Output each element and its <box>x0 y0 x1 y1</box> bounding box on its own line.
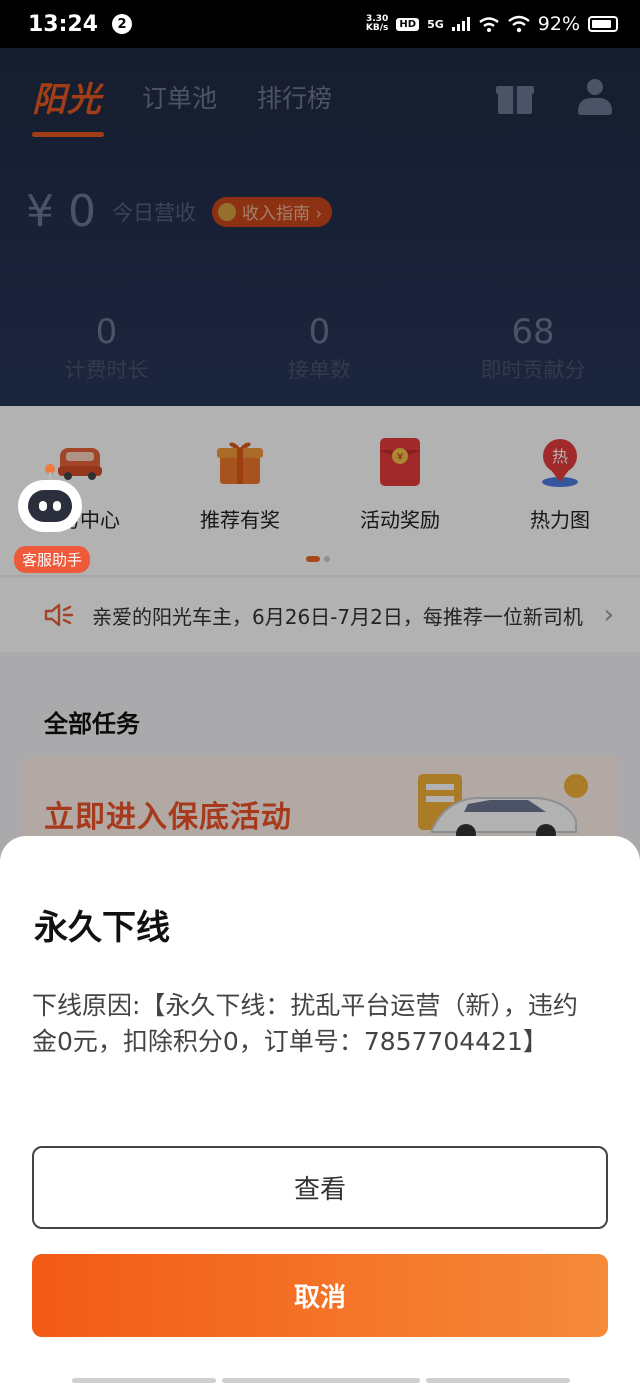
battery-icon <box>588 16 618 32</box>
gesture-bar <box>72 1378 216 1383</box>
cancel-button[interactable]: 取消 <box>32 1254 608 1337</box>
net-speed-unit: KB/s <box>365 23 389 33</box>
status-bar: 13:24 2 3.30 KB/s HD 5G 92% <box>0 0 640 48</box>
assistant-label[interactable]: 客服助手 <box>14 546 91 573</box>
offline-bottom-sheet: 永久下线 下线原因:【永久下线：扰乱平台运营（新），违约金0元，扣除积分0，订单… <box>0 836 640 1386</box>
network-type: 5G <box>427 17 444 31</box>
wifi-icon <box>508 15 530 33</box>
signal-icon <box>451 17 470 31</box>
sheet-title: 永久下线 <box>34 908 170 948</box>
notification-count-badge: 2 <box>112 14 133 34</box>
view-button[interactable]: 查看 <box>32 1146 608 1229</box>
gesture-bar <box>426 1378 570 1383</box>
status-right: 3.30 KB/s HD 5G 92% <box>366 13 618 35</box>
gesture-bar <box>222 1378 420 1383</box>
offline-reason-text: 下线原因:【永久下线：扰乱平台运营（新），违约金0元，扣除积分0，订单号：785… <box>32 991 578 1056</box>
status-time: 13:24 <box>28 11 99 37</box>
hd-icon: HD <box>396 17 420 31</box>
net-speed: 3.30 KB/s <box>366 15 388 33</box>
battery-percent: 92% <box>537 13 580 35</box>
hotspot-icon <box>479 17 499 32</box>
